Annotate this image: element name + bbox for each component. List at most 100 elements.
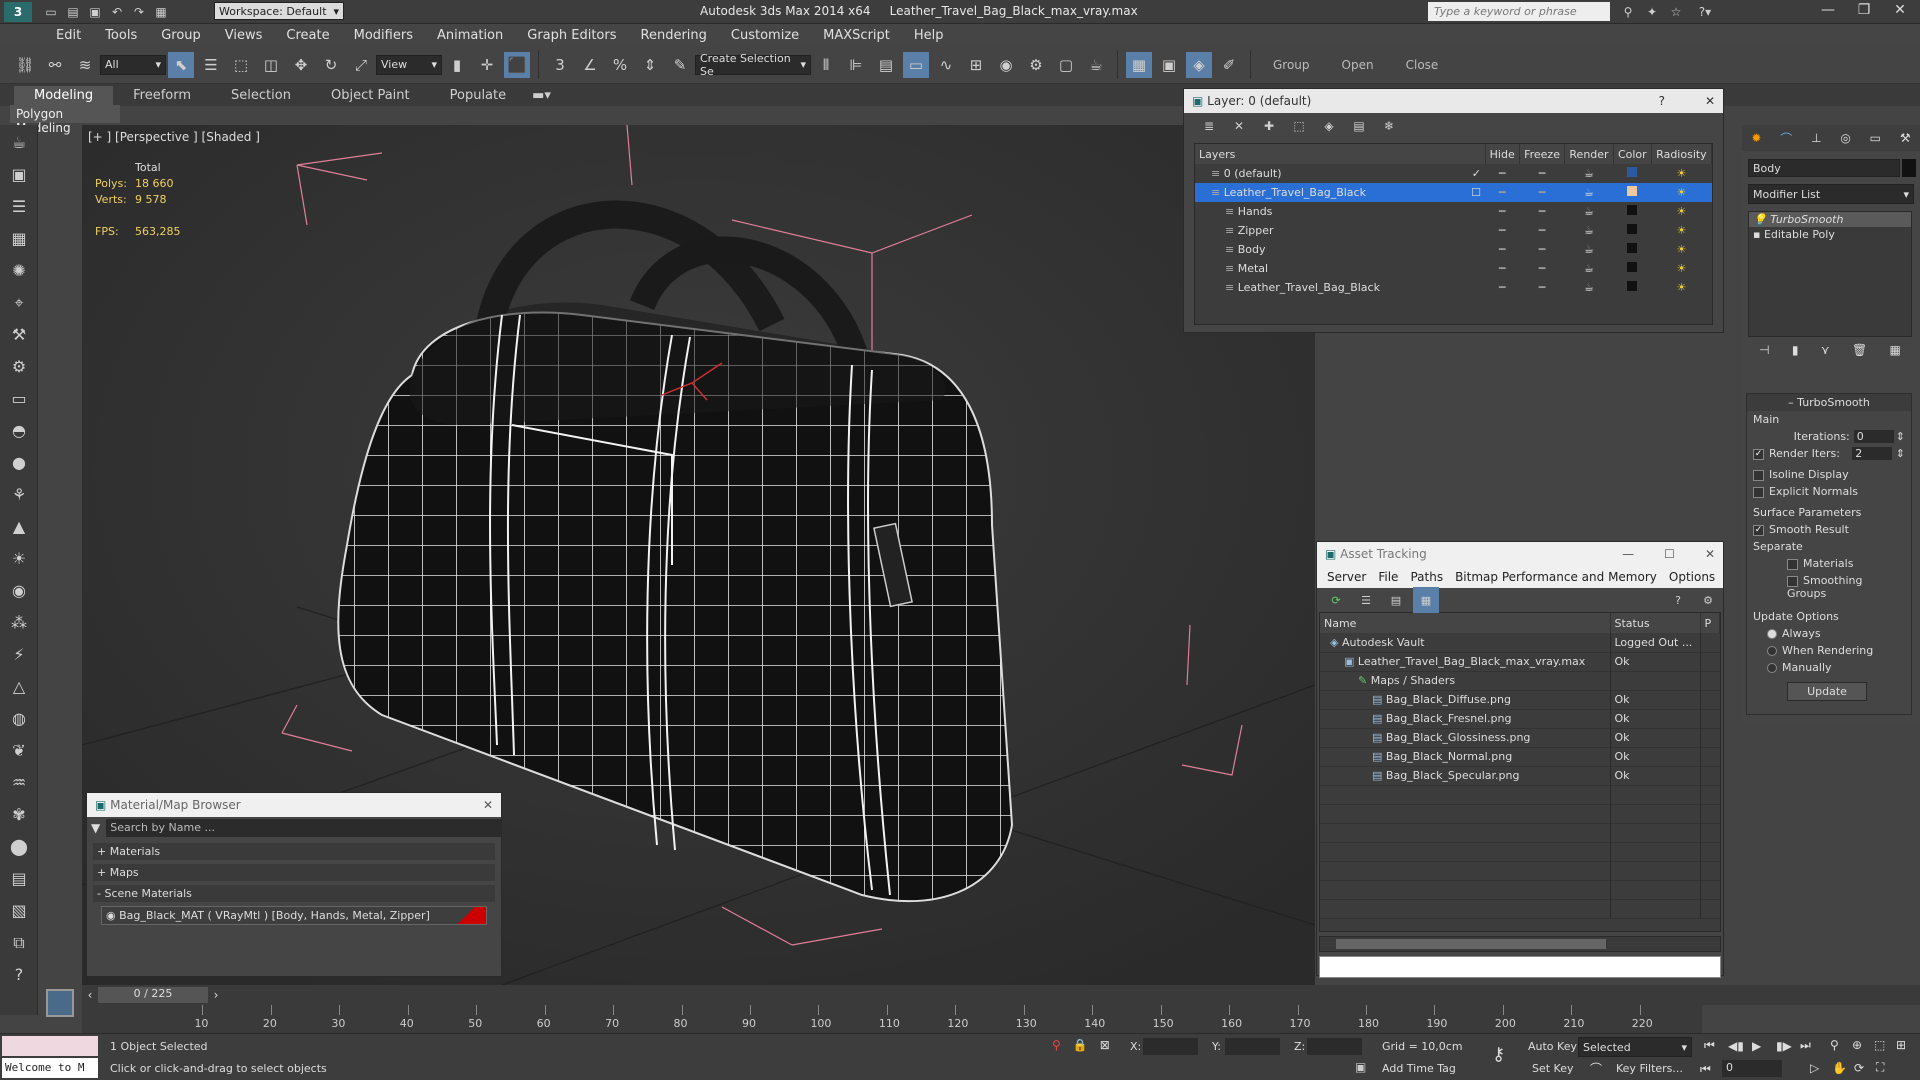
undo-icon[interactable]: ↶ [108, 3, 126, 21]
col-radiosity[interactable]: Radiosity [1651, 144, 1713, 164]
particle-icon[interactable]: ⁂ [4, 609, 34, 637]
thumbnail-view-icon[interactable]: ▤ [1383, 587, 1409, 613]
maps-group[interactable]: + Maps [93, 864, 495, 881]
zoom-all-icon[interactable]: ⊕ [1852, 1038, 1874, 1052]
layer-manager-icon[interactable]: ▤ [873, 52, 899, 78]
auto-key-button[interactable]: Auto Key [1528, 1040, 1577, 1053]
col-p[interactable]: P [1700, 613, 1720, 633]
key-mode-toggle-icon[interactable]: ⏮ [1700, 1062, 1711, 1077]
pin-stack-icon[interactable]: ⊣ [1759, 343, 1769, 357]
sphere-icon[interactable]: ● [4, 449, 34, 477]
percent-snap-icon[interactable]: % [607, 52, 633, 78]
update-button[interactable]: Update [1787, 682, 1867, 701]
active-box-icon[interactable]: ☐ [1471, 186, 1481, 199]
add-to-layer-icon[interactable]: ✚ [1256, 113, 1282, 139]
menu-modifiers[interactable]: Modifiers [342, 28, 425, 43]
cone-icon[interactable]: ▲ [4, 513, 34, 541]
align-icon[interactable]: ⊫ [843, 52, 869, 78]
curve-editor-icon[interactable]: ∿ [933, 52, 959, 78]
radiosity-icon[interactable]: ☀ [1651, 164, 1711, 183]
grid-icon[interactable]: ▦ [4, 225, 34, 253]
render-iters-checkbox[interactable]: ✓ [1753, 448, 1764, 460]
tab-object-paint[interactable]: Object Paint [311, 88, 430, 103]
time-tag-icon[interactable]: ▣ [1355, 1060, 1366, 1074]
layer-row[interactable]: ≡ Metal ━ ━ ☕ ☀ [1195, 259, 1712, 278]
hide-toggle[interactable]: ━ [1485, 221, 1519, 240]
selection-filter-dropdown[interactable]: All ▾ [100, 54, 166, 75]
render-icon[interactable]: ▣ [4, 161, 34, 189]
current-frame-field[interactable]: 0 [1722, 1060, 1782, 1077]
layer-name[interactable]: Leather_Travel_Bag_Black [1238, 281, 1380, 294]
pan-icon[interactable]: ✋ [1832, 1061, 1854, 1075]
freeze-toggle[interactable]: ━ [1519, 240, 1564, 259]
asset-row[interactable]: ▤ Bag_Black_Diffuse.png Ok [1320, 690, 1720, 709]
asset-row[interactable]: ◈ Autodesk Vault Logged Out ... [1320, 633, 1720, 652]
menu-views[interactable]: Views [213, 28, 275, 43]
isolate-icon[interactable]: ⚲ [1052, 1038, 1061, 1052]
close-icon[interactable]: ✕ [1705, 94, 1715, 108]
explicit-normals-checkbox[interactable] [1753, 486, 1764, 498]
hide-toggle[interactable]: ━ [1485, 202, 1519, 221]
hide-toggle[interactable]: ━ [1485, 183, 1519, 202]
new-file-icon[interactable]: ▭ [42, 3, 60, 21]
link-icon[interactable]: ⛓ [12, 52, 38, 78]
named-selection-dropdown[interactable]: Create Selection Se ▾ [695, 52, 811, 78]
layer-color-swatch[interactable] [1613, 240, 1651, 259]
z-coord-field[interactable] [1307, 1038, 1362, 1055]
render-frame-icon[interactable]: ▢ [1053, 52, 1079, 78]
select-by-name-icon[interactable]: ☰ [198, 52, 224, 78]
help-icon[interactable]: ? [1665, 587, 1691, 613]
asset-menu-options[interactable]: Options [1663, 570, 1721, 584]
close-icon[interactable]: ✕ [483, 798, 493, 812]
disc-icon[interactable]: ◉ [4, 577, 34, 605]
asset-row[interactable]: ▤ Bag_Black_Specular.png Ok [1320, 766, 1720, 785]
plugin-icon[interactable]: ⧉ [4, 929, 34, 957]
col-layers[interactable]: Layers [1195, 144, 1486, 164]
stack-item-turbosmooth[interactable]: 💡 TurboSmooth [1749, 212, 1911, 227]
set-key-button[interactable]: Set Key [1532, 1062, 1574, 1075]
rotate-icon[interactable]: ↻ [318, 52, 344, 78]
prev-key-icon[interactable]: ◀▮ [1728, 1039, 1752, 1053]
modify-tab-icon[interactable]: ⌒ [1780, 130, 1792, 147]
schematic-view-icon[interactable]: ⊞ [963, 52, 989, 78]
delete-layer-icon[interactable]: ✕ [1226, 113, 1252, 139]
viewport-label[interactable]: [+ ] [Perspective ] [Shaded ] [88, 130, 260, 144]
asset-row[interactable]: ▣ Leather_Travel_Bag_Black_max_vray.max O… [1320, 652, 1720, 671]
minimize-icon[interactable]: — [1622, 547, 1634, 561]
save-file-icon[interactable]: ▣ [86, 3, 104, 21]
filter-icon[interactable]: ▼ [91, 821, 100, 835]
help-browse-icon[interactable]: ⚙ [1695, 587, 1721, 613]
layer-window-titlebar[interactable]: ▣ Layer: 0 (default) ? ✕ [1184, 89, 1723, 113]
layer-name[interactable]: Hands [1238, 205, 1273, 218]
col-freeze[interactable]: Freeze [1519, 144, 1566, 164]
pivot-icon[interactable]: ▮ [444, 52, 470, 78]
minimize-icon[interactable]: — [1810, 2, 1846, 18]
hide-toggle[interactable]: ━ [1485, 259, 1519, 278]
layer-name[interactable]: Zipper [1238, 224, 1274, 237]
y-coord-field[interactable] [1225, 1038, 1280, 1055]
layer-name[interactable]: Body [1238, 243, 1266, 256]
rollout-title[interactable]: – TurboSmooth [1747, 394, 1911, 411]
maximize-viewport-icon[interactable]: ⛶ [1876, 1060, 1898, 1075]
close-icon[interactable]: ✕ [1705, 547, 1715, 561]
question-icon[interactable]: ? [4, 961, 34, 989]
materials-checkbox[interactable] [1787, 558, 1798, 570]
next-key-icon[interactable]: ▮▶ [1776, 1039, 1800, 1053]
object-name-field[interactable]: Body [1748, 159, 1900, 177]
zoom-extents-icon[interactable]: ⬚ [1874, 1038, 1896, 1052]
asset-menu-server[interactable]: Server [1321, 570, 1372, 584]
angle-snap-icon[interactable]: ∠ [577, 52, 603, 78]
table-view-icon[interactable]: ▦ [1413, 587, 1439, 613]
welcome-field[interactable]: Welcome to M [2, 1058, 98, 1078]
camera-icon[interactable]: ⌖ [4, 289, 34, 317]
mirror-icon[interactable]: ⫴ [813, 52, 839, 78]
asset-row[interactable]: ✎ Maps / Shaders [1320, 671, 1720, 690]
scrollbar-thumb[interactable] [1336, 939, 1606, 949]
polygon-modeling-panel[interactable]: Polygon Modeling [10, 105, 120, 135]
time-slider-thumb[interactable]: 0 / 225 [98, 987, 208, 1003]
radiosity-icon[interactable]: ☀ [1651, 221, 1711, 240]
group-button[interactable]: Group [1257, 58, 1326, 72]
create-tab-icon[interactable]: ✹ [1751, 131, 1761, 145]
sun-icon[interactable]: ☀ [4, 545, 34, 573]
layer-color-swatch[interactable] [1613, 259, 1651, 278]
